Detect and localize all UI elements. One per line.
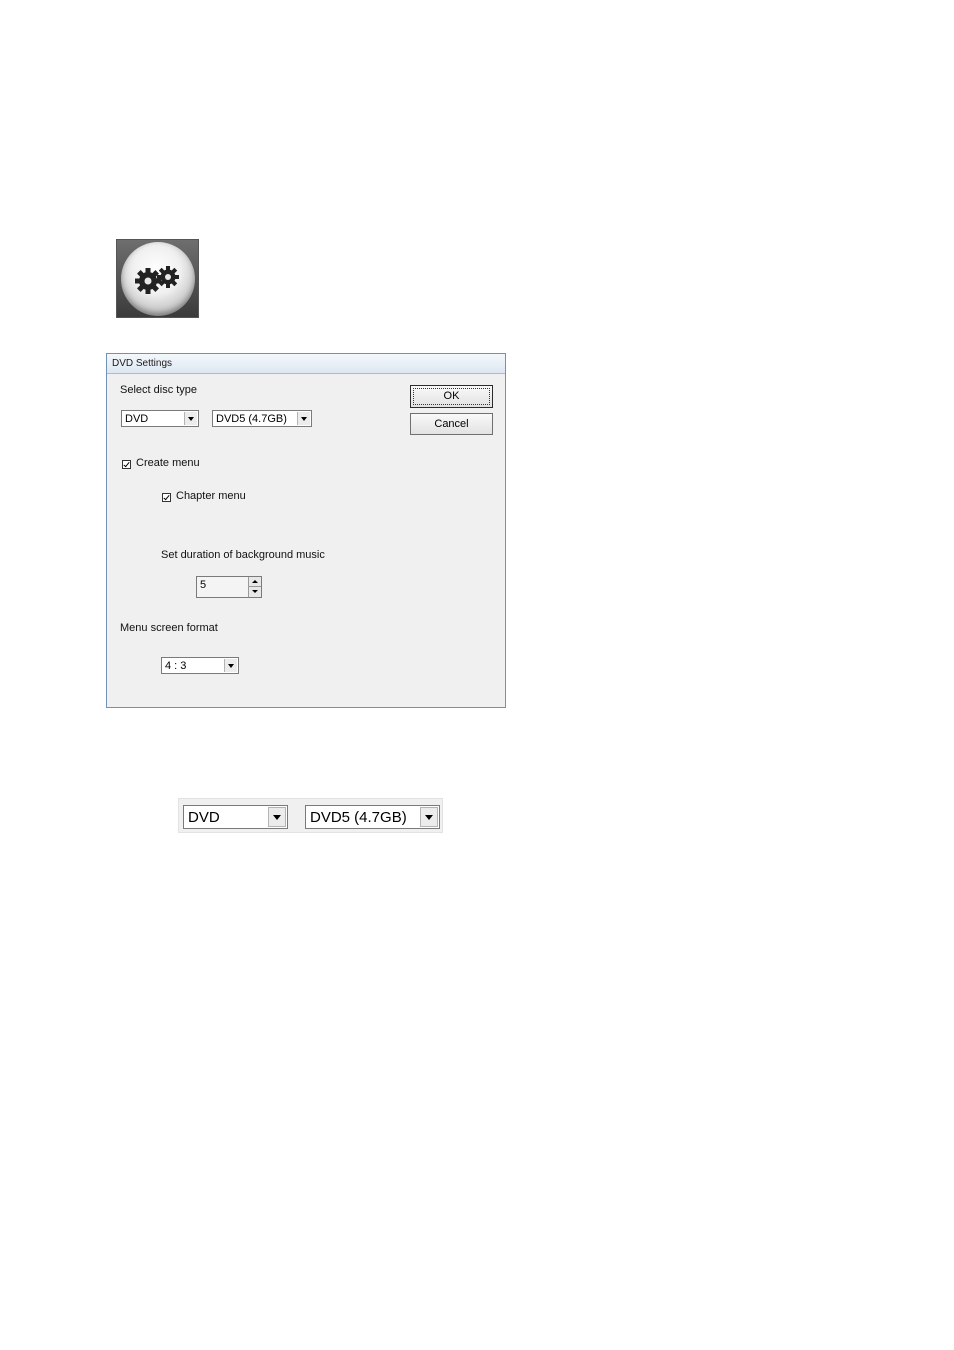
- disc-selectors-zoom: DVD DVD5 (4.7GB): [178, 798, 443, 833]
- chevron-down-icon[interactable]: [184, 412, 197, 425]
- dvd-settings-dialog: DVD Settings Select disc type DVD DVD5 (…: [106, 353, 506, 708]
- spinner-buttons: [248, 577, 261, 597]
- music-duration-value[interactable]: 5: [200, 579, 206, 591]
- music-duration-label: Set duration of background music: [161, 549, 325, 561]
- spin-down-icon[interactable]: [249, 587, 261, 597]
- settings-gear-circle: [121, 242, 195, 316]
- cancel-button-label: Cancel: [434, 418, 469, 430]
- disc-size-select[interactable]: DVD5 (4.7GB): [212, 410, 312, 427]
- gears-icon: [135, 266, 179, 294]
- menu-format-value: 4 : 3: [165, 660, 187, 672]
- chevron-down-icon[interactable]: [268, 807, 286, 827]
- create-menu-checkbox[interactable]: [122, 460, 131, 469]
- zoom-disc-size-value: DVD5 (4.7GB): [310, 809, 407, 826]
- cancel-button[interactable]: Cancel: [410, 413, 493, 435]
- zoom-disc-size-select[interactable]: DVD5 (4.7GB): [305, 805, 440, 829]
- chapter-menu-label[interactable]: Chapter menu: [176, 490, 246, 502]
- chevron-down-icon[interactable]: [224, 659, 237, 672]
- create-menu-label[interactable]: Create menu: [136, 457, 200, 469]
- menu-format-select[interactable]: 4 : 3: [161, 657, 239, 674]
- chevron-down-icon[interactable]: [297, 412, 310, 425]
- disc-type-label: Select disc type: [120, 384, 198, 396]
- ok-button[interactable]: OK: [410, 385, 493, 408]
- settings-gear-button[interactable]: [116, 239, 199, 318]
- disc-type-value: DVD: [125, 413, 149, 425]
- disc-type-select[interactable]: DVD: [121, 410, 199, 427]
- menu-format-label: Menu screen format: [120, 622, 218, 634]
- zoom-disc-type-select[interactable]: DVD: [183, 805, 288, 829]
- music-duration-spinner[interactable]: 5: [196, 576, 262, 598]
- dialog-title: DVD Settings: [107, 354, 505, 374]
- spin-up-icon[interactable]: [249, 577, 261, 587]
- disc-size-value: DVD5 (4.7GB): [216, 413, 287, 425]
- focus-ring: [413, 388, 490, 405]
- chevron-down-icon[interactable]: [420, 807, 438, 827]
- chapter-menu-checkbox[interactable]: [162, 493, 171, 502]
- zoom-disc-type-value: DVD: [188, 809, 220, 826]
